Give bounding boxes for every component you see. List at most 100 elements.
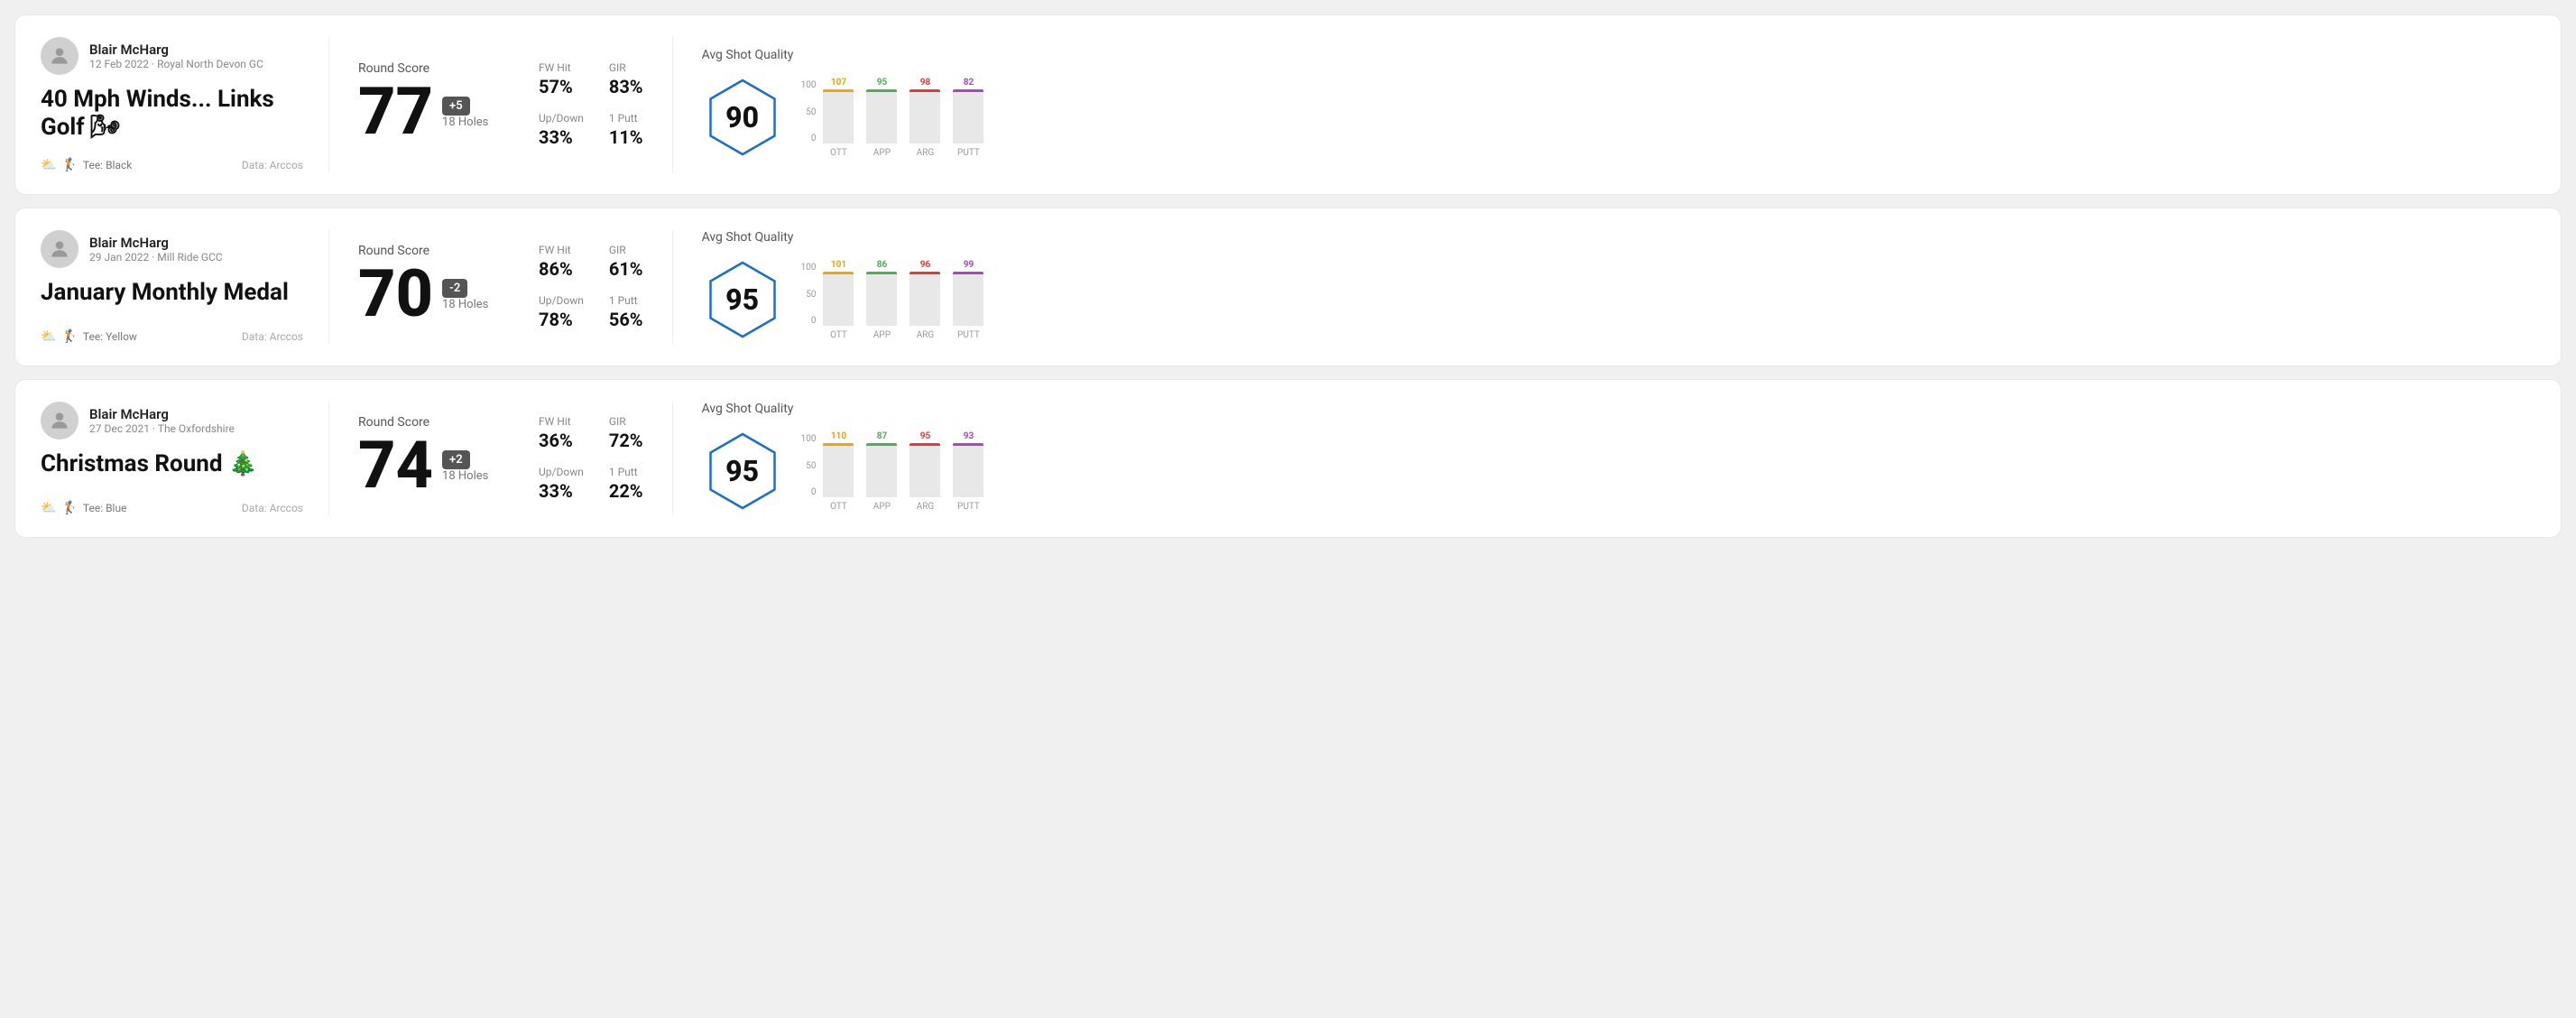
one-putt-label: 1 Putt <box>609 294 643 307</box>
user-header: Blair McHarg 29 Jan 2022 · Mill Ride GCC <box>41 230 303 268</box>
golf-bag-icon: 🏌 <box>61 158 77 172</box>
quality-score: 95 <box>725 454 759 488</box>
score-holes: 18 Holes <box>442 298 488 311</box>
one-putt-stat: 1 Putt 11% <box>609 112 643 148</box>
fw-hit-value: 36% <box>539 430 584 451</box>
bar-group-ott: 101 OTT <box>823 260 854 326</box>
fw-hit-value: 86% <box>539 258 584 280</box>
fw-hit-stat: FW Hit 57% <box>539 61 584 97</box>
up-down-label: Up/Down <box>539 466 584 478</box>
up-down-value: 33% <box>539 480 584 502</box>
user-meta: 27 Dec 2021 · The Oxfordshire <box>89 422 235 435</box>
one-putt-label: 1 Putt <box>609 466 643 478</box>
round-card: Blair McHarg 12 Feb 2022 · Royal North D… <box>14 14 2562 195</box>
user-meta: 29 Jan 2022 · Mill Ride GCC <box>89 251 223 264</box>
tee-info: ⛅ 🏌 Tee: Black <box>41 158 132 172</box>
fw-hit-label: FW Hit <box>539 244 584 256</box>
score-section: Round Score 70 -2 18 Holes <box>358 244 503 330</box>
hexagon-container: 95 <box>702 430 783 512</box>
gir-stat: GIR 83% <box>609 61 643 97</box>
bar-chart: 100 50 0 110 OTT 87 APP <box>801 434 984 515</box>
one-putt-stat: 1 Putt 22% <box>609 466 643 502</box>
middle-section: Round Score 70 -2 18 Holes FW Hit 86% <box>329 230 673 344</box>
gir-value: 72% <box>609 430 643 451</box>
one-putt-value: 22% <box>609 480 643 502</box>
avatar <box>41 402 78 440</box>
round-title: 40 Mph Winds... Links Golf 🌬 <box>41 86 303 142</box>
user-header: Blair McHarg 27 Dec 2021 · The Oxfordshi… <box>41 402 303 440</box>
tee-label: Tee: Yellow <box>83 330 137 343</box>
hexagon-container: 95 <box>702 259 783 340</box>
hexagon: 95 <box>702 259 783 340</box>
user-name: Blair McHarg <box>89 42 263 58</box>
user-meta: 12 Feb 2022 · Royal North Devon GC <box>89 58 263 70</box>
footer-info: ⛅ 🏌 Tee: Yellow Data: Arccos <box>41 329 303 344</box>
hexagon: 90 <box>702 77 783 158</box>
bar-group-app: 87 APP <box>866 431 897 497</box>
data-source: Data: Arccos <box>242 502 303 514</box>
one-putt-value: 11% <box>609 126 643 148</box>
up-down-stat: Up/Down 78% <box>539 294 584 330</box>
score-main: 70 -2 18 Holes <box>358 262 503 327</box>
score-badge: +5 <box>442 97 470 116</box>
footer-info: ⛅ 🏌 Tee: Blue Data: Arccos <box>41 501 303 515</box>
round-card: Blair McHarg 27 Dec 2021 · The Oxfordshi… <box>14 379 2562 538</box>
quality-score: 90 <box>725 100 759 134</box>
quality-score: 95 <box>725 282 759 317</box>
stats-section: FW Hit 36% Up/Down 33% GIR 72% <box>539 415 643 502</box>
score-badge: -2 <box>442 279 467 298</box>
gir-value: 83% <box>609 76 643 97</box>
up-down-value: 33% <box>539 126 584 148</box>
user-header: Blair McHarg 12 Feb 2022 · Royal North D… <box>41 37 303 75</box>
fw-hit-label: FW Hit <box>539 61 584 74</box>
bar-group-putt: 82 PUTT <box>953 78 983 143</box>
gir-stat: GIR 72% <box>609 415 643 451</box>
up-down-stat: Up/Down 33% <box>539 112 584 148</box>
score-main: 77 +5 18 Holes <box>358 79 503 144</box>
right-section: Avg Shot Quality 95 100 <box>673 402 2535 515</box>
gir-label: GIR <box>609 61 643 74</box>
fw-hit-stat: FW Hit 86% <box>539 244 584 280</box>
fw-hit-label: FW Hit <box>539 415 584 428</box>
one-putt-stat: 1 Putt 56% <box>609 294 643 330</box>
stats-section: FW Hit 57% Up/Down 33% GIR 83% <box>539 61 643 148</box>
bar-chart: 100 50 0 101 OTT 86 APP <box>801 263 984 344</box>
bar-group-putt: 99 PUTT <box>953 260 983 326</box>
round-title: Christmas Round 🎄 <box>41 450 303 478</box>
bar-group-arg: 95 ARG <box>909 431 940 497</box>
tee-label: Tee: Black <box>83 159 132 171</box>
middle-section: Round Score 77 +5 18 Holes FW Hit 57% <box>329 37 673 172</box>
left-panel: Blair McHarg 12 Feb 2022 · Royal North D… <box>41 37 329 172</box>
data-source: Data: Arccos <box>242 159 303 171</box>
left-panel: Blair McHarg 27 Dec 2021 · The Oxfordshi… <box>41 402 329 515</box>
gir-label: GIR <box>609 415 643 428</box>
bar-group-arg: 98 ARG <box>909 78 940 143</box>
gir-stat: GIR 61% <box>609 244 643 280</box>
quality-label: Avg Shot Quality <box>702 48 2535 62</box>
right-section: Avg Shot Quality 95 100 <box>673 230 2535 344</box>
one-putt-value: 56% <box>609 309 643 330</box>
hexagon-container: 90 <box>702 77 783 158</box>
bar-group-ott: 107 OTT <box>823 78 854 143</box>
weather-icon: ⛅ <box>41 329 56 344</box>
hexagon: 95 <box>702 430 783 512</box>
score-holes: 18 Holes <box>442 116 488 129</box>
right-section: Avg Shot Quality 90 100 <box>673 37 2535 172</box>
tee-info: ⛅ 🏌 Tee: Blue <box>41 501 126 515</box>
tee-label: Tee: Blue <box>83 502 127 514</box>
round-title: January Monthly Medal <box>41 279 303 307</box>
score-badge: +2 <box>442 450 470 469</box>
score-number: 70 <box>358 262 433 327</box>
score-number: 77 <box>358 79 433 144</box>
stats-section: FW Hit 86% Up/Down 78% GIR 61% <box>539 244 643 330</box>
up-down-label: Up/Down <box>539 112 584 125</box>
avatar <box>41 37 78 75</box>
score-section: Round Score 74 +2 18 Holes <box>358 415 503 502</box>
weather-icon: ⛅ <box>41 501 56 515</box>
bar-group-arg: 96 ARG <box>909 260 940 326</box>
quality-label: Avg Shot Quality <box>702 230 2535 245</box>
fw-hit-value: 57% <box>539 76 584 97</box>
bar-group-app: 95 APP <box>866 78 897 143</box>
score-holes: 18 Holes <box>442 469 488 483</box>
tee-info: ⛅ 🏌 Tee: Yellow <box>41 329 137 344</box>
